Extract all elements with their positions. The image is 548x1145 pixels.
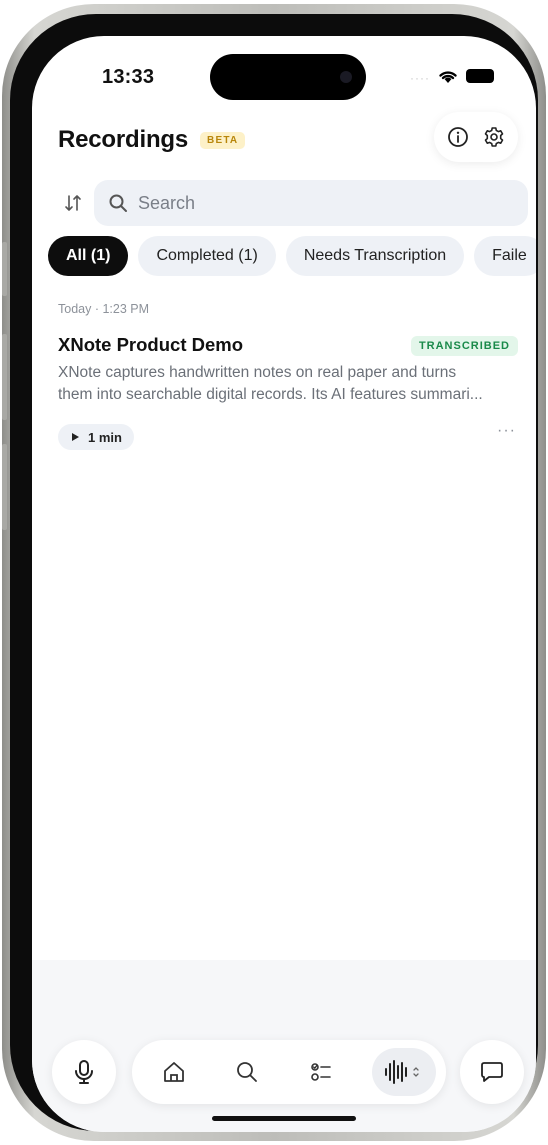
beta-badge: BETA bbox=[200, 131, 246, 149]
recording-description-line-1: XNote captures handwritten notes on real… bbox=[58, 364, 457, 381]
search-placeholder: Search bbox=[138, 192, 196, 213]
tab-recordings[interactable] bbox=[371, 1048, 436, 1096]
settings-button[interactable] bbox=[479, 122, 509, 152]
info-icon bbox=[448, 127, 468, 147]
phone-bezel: 13:33 ···· Recordings BETA Search All (1… bbox=[10, 14, 538, 1132]
tab-home[interactable] bbox=[152, 1050, 196, 1094]
recording-description-line-2: them into searchable digital records. It… bbox=[58, 386, 483, 403]
status-icons: ···· bbox=[410, 67, 494, 85]
recording-title: XNote Product Demo bbox=[58, 334, 244, 355]
action-button bbox=[2, 444, 7, 530]
more-icon[interactable]: ··· bbox=[497, 422, 516, 440]
mic-icon bbox=[75, 1060, 93, 1084]
search-icon bbox=[237, 1062, 258, 1082]
status-time: 13:33 bbox=[102, 66, 155, 88]
battery-icon bbox=[466, 69, 494, 83]
tab-search[interactable] bbox=[225, 1050, 269, 1094]
search-input[interactable]: Search bbox=[94, 180, 528, 226]
header-actions bbox=[434, 112, 518, 162]
tab-bar bbox=[132, 1040, 446, 1104]
status-badge: TRANSCRIBED bbox=[410, 336, 518, 356]
recording-description: XNote captures handwritten notes on real… bbox=[58, 362, 520, 406]
filter-chip-all[interactable]: All (1) bbox=[48, 236, 129, 276]
play-icon bbox=[72, 433, 79, 441]
sort-icon bbox=[65, 195, 81, 211]
recording-duration: 1 min bbox=[88, 429, 122, 445]
wifi-icon bbox=[439, 71, 457, 83]
tab-tasks[interactable] bbox=[299, 1050, 343, 1094]
filter-chip-completed[interactable]: Completed (1) bbox=[138, 236, 276, 276]
filter-chip-needs-transcription[interactable]: Needs Transcription bbox=[285, 236, 465, 276]
chat-button[interactable] bbox=[460, 1040, 524, 1104]
phone-frame: 13:33 ···· Recordings BETA Search All (1… bbox=[2, 4, 546, 1141]
waveform-icon bbox=[384, 1060, 419, 1084]
home-indicator bbox=[212, 1116, 356, 1121]
page-header: Recordings BETA bbox=[58, 126, 246, 154]
sort-button[interactable] bbox=[58, 188, 88, 218]
search-icon bbox=[109, 194, 127, 212]
page-title: Recordings bbox=[58, 126, 189, 153]
filter-chips: All (1) Completed (1) Needs Transcriptio… bbox=[48, 236, 536, 276]
camera-icon bbox=[340, 71, 352, 83]
info-button[interactable] bbox=[443, 122, 473, 152]
filter-chip-failed[interactable]: Faile bbox=[474, 236, 536, 276]
home-icon bbox=[164, 1062, 184, 1082]
volume-up-button bbox=[2, 242, 7, 296]
signal-icon: ···· bbox=[410, 71, 430, 85]
record-button[interactable] bbox=[52, 1040, 116, 1104]
chat-icon bbox=[481, 1062, 503, 1082]
recording-date: Today · 1:23 PM bbox=[58, 302, 150, 316]
screen: 13:33 ···· Recordings BETA Search All (1… bbox=[32, 36, 536, 1132]
play-button[interactable]: 1 min bbox=[58, 424, 134, 450]
checklist-icon bbox=[310, 1063, 331, 1081]
volume-down-button bbox=[2, 334, 7, 420]
gear-icon bbox=[484, 127, 504, 147]
dynamic-island bbox=[210, 54, 366, 100]
